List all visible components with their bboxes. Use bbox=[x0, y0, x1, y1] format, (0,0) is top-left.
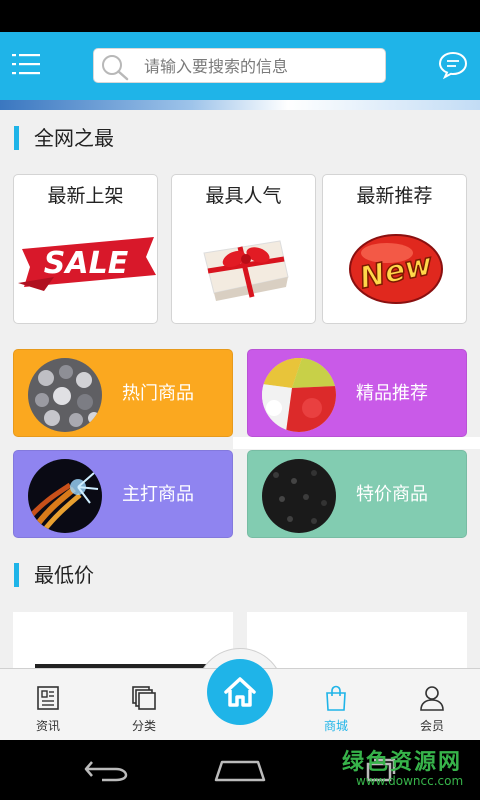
tab-label: 会员 bbox=[419, 719, 444, 733]
search-icon bbox=[102, 55, 129, 81]
tab-news[interactable]: 资讯 bbox=[0, 669, 96, 741]
home-button[interactable] bbox=[207, 659, 273, 725]
watermark-url: www.downcc.com bbox=[356, 774, 464, 788]
category-hot-products[interactable]: 热门商品 bbox=[13, 349, 233, 437]
colored-pellets-thumbnail bbox=[262, 358, 336, 432]
tab-mall[interactable]: 商城 bbox=[288, 669, 384, 741]
category-icon bbox=[132, 686, 156, 710]
news-icon bbox=[37, 686, 59, 710]
category-label: 热门商品 bbox=[122, 383, 194, 404]
search-placeholder: 请输入要搜索的信息 bbox=[144, 57, 289, 76]
message-button[interactable] bbox=[438, 50, 468, 80]
menu-button[interactable] bbox=[12, 50, 40, 78]
lowest-price-card[interactable] bbox=[247, 612, 467, 672]
promo-card-label: 最新上架 bbox=[47, 185, 124, 207]
app-header: 请输入要搜索的信息 bbox=[0, 32, 480, 100]
status-bar bbox=[0, 0, 480, 32]
category-featured[interactable]: 精品推荐 bbox=[247, 349, 467, 437]
promo-card-newest[interactable]: 最新上架 SALE bbox=[13, 174, 158, 324]
category-special-offers[interactable]: 特价商品 bbox=[247, 450, 467, 538]
tab-member[interactable]: 会员 bbox=[384, 669, 480, 741]
cable-wires-thumbnail bbox=[28, 459, 102, 533]
section-accent-bar bbox=[14, 563, 19, 587]
promo-card-popular[interactable]: 最具人气 bbox=[171, 174, 316, 324]
tab-label: 分类 bbox=[131, 719, 156, 733]
user-icon bbox=[420, 686, 444, 711]
crowd-photo-thumbnail bbox=[28, 358, 102, 432]
category-label: 精品推荐 bbox=[356, 383, 428, 404]
promo-card-recommended[interactable]: 最新推荐 New bbox=[322, 174, 467, 324]
tab-category[interactable]: 分类 bbox=[96, 669, 192, 741]
black-granules-thumbnail bbox=[262, 459, 336, 533]
chat-bubble-icon bbox=[438, 51, 468, 80]
category-label: 特价商品 bbox=[356, 484, 428, 505]
lowest-price-card[interactable] bbox=[13, 612, 233, 672]
shopping-bag-icon bbox=[326, 685, 346, 711]
tile-row-gap bbox=[233, 437, 480, 449]
watermark-title: 绿色资源网 bbox=[342, 750, 463, 775]
gift-box-image bbox=[203, 240, 289, 301]
back-icon[interactable] bbox=[84, 758, 130, 782]
svg-text:SALE: SALE bbox=[44, 246, 129, 281]
header-banner-strip bbox=[0, 100, 480, 110]
tab-label: 资讯 bbox=[35, 719, 60, 733]
sale-banner-image: SALE bbox=[18, 237, 156, 291]
home-nav-icon[interactable] bbox=[214, 758, 266, 782]
new-badge-image: New bbox=[349, 234, 443, 304]
category-label: 主打商品 bbox=[122, 484, 194, 505]
category-main-products[interactable]: 主打商品 bbox=[13, 450, 233, 538]
section-accent-bar bbox=[14, 126, 19, 150]
section-title-text: 全网之最 bbox=[34, 126, 114, 150]
tab-label: 商城 bbox=[323, 719, 348, 733]
section-title-text: 最低价 bbox=[34, 563, 94, 587]
search-input[interactable]: 请输入要搜索的信息 bbox=[93, 48, 386, 83]
promo-card-label: 最新推荐 bbox=[356, 185, 433, 207]
home-icon bbox=[224, 677, 256, 707]
promo-card-label: 最具人气 bbox=[205, 185, 282, 207]
hamburger-menu-icon bbox=[12, 54, 40, 75]
watermark: 绿色资源网 www.downcc.com bbox=[342, 744, 472, 794]
